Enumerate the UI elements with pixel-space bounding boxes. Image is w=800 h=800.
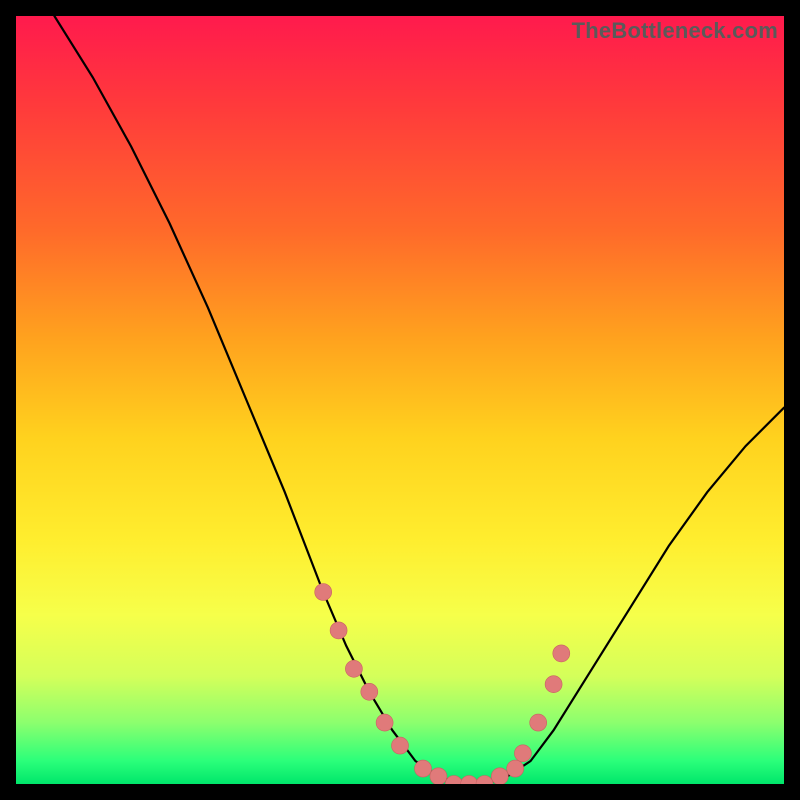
highlight-dot xyxy=(491,768,508,784)
highlight-dot xyxy=(530,714,547,731)
highlight-dot xyxy=(345,660,362,677)
highlight-dot xyxy=(445,776,462,785)
highlight-dot xyxy=(376,714,393,731)
highlight-dot xyxy=(476,776,493,785)
highlight-dot xyxy=(553,645,570,662)
highlight-dot xyxy=(545,676,562,693)
highlight-dot xyxy=(315,584,332,601)
highlight-dot xyxy=(461,776,478,785)
highlight-dots xyxy=(315,584,570,785)
plot-area: TheBottleneck.com xyxy=(16,16,784,784)
curve-svg xyxy=(16,16,784,784)
highlight-dot xyxy=(507,760,524,777)
highlight-dot xyxy=(514,745,531,762)
highlight-dot xyxy=(361,683,378,700)
bottleneck-curve xyxy=(54,16,784,784)
chart-frame: TheBottleneck.com xyxy=(0,0,800,800)
highlight-dot xyxy=(330,622,347,639)
highlight-dot xyxy=(415,760,432,777)
highlight-dot xyxy=(392,737,409,754)
highlight-dot xyxy=(430,768,447,784)
